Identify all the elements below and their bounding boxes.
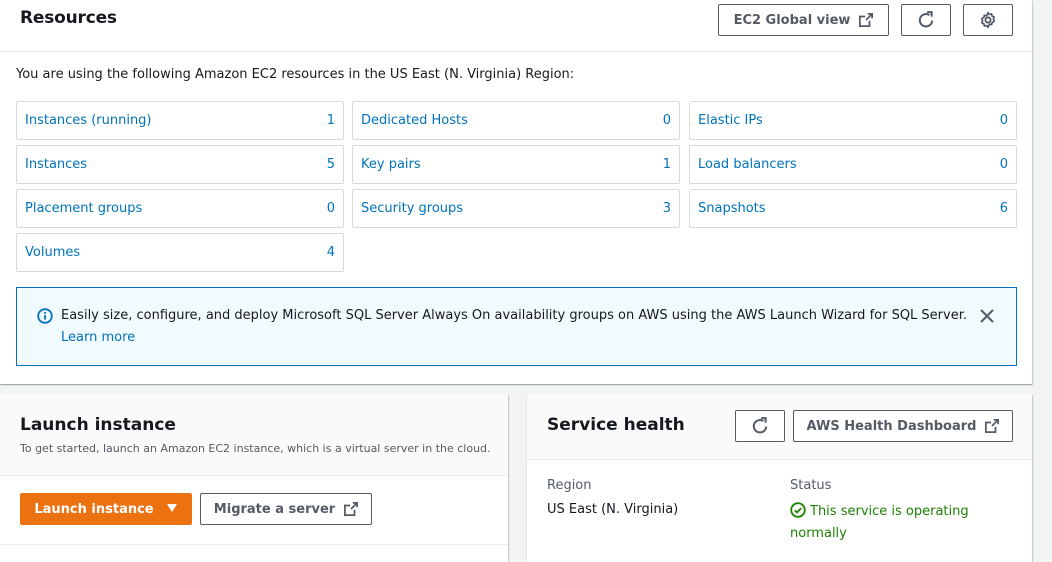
- resources-settings-button[interactable]: [963, 4, 1013, 36]
- launch-instance-panel: Launch instance To get started, launch a…: [0, 394, 508, 562]
- status-text: This service is operating normally: [790, 504, 969, 541]
- aws-health-dashboard-label: AWS Health Dashboard: [806, 418, 977, 434]
- refresh-icon: [751, 417, 769, 435]
- resource-count[interactable]: 6: [1000, 201, 1008, 216]
- resource-count[interactable]: 0: [1000, 157, 1008, 172]
- resource-placement-groups[interactable]: Placement groups 0: [16, 189, 344, 228]
- launch-title: Launch instance: [20, 415, 176, 435]
- resources-panel: Resources EC2 Global view You are using …: [0, 0, 1032, 384]
- resource-dedicated-hosts[interactable]: Dedicated Hosts 0: [352, 101, 680, 140]
- resource-label[interactable]: Load balancers: [698, 157, 797, 172]
- resource-label[interactable]: Placement groups: [25, 201, 142, 216]
- resource-label[interactable]: Dedicated Hosts: [361, 113, 468, 128]
- resource-label[interactable]: Volumes: [25, 245, 80, 260]
- resources-title: Resources: [20, 8, 117, 28]
- resource-elastic-ips[interactable]: Elastic IPs 0: [689, 101, 1017, 140]
- resource-security-groups[interactable]: Security groups 3: [352, 189, 680, 228]
- resource-label[interactable]: Instances (running): [25, 113, 152, 128]
- resource-count[interactable]: 1: [327, 113, 335, 128]
- refresh-icon: [917, 11, 935, 29]
- caret-down-icon: [166, 502, 178, 517]
- region-value: US East (N. Virginia): [547, 502, 679, 517]
- resource-instances[interactable]: Instances 5: [16, 145, 344, 184]
- resource-count[interactable]: 5: [327, 157, 335, 172]
- resource-label[interactable]: Snapshots: [698, 201, 766, 216]
- external-link-icon: [859, 13, 874, 27]
- ec2-global-view-label: EC2 Global view: [733, 12, 851, 28]
- resource-count[interactable]: 0: [327, 201, 335, 216]
- gear-icon: [979, 11, 997, 29]
- status-value: This service is operating normally: [790, 501, 990, 545]
- flash-message: Easily size, configure, and deploy Micro…: [61, 308, 968, 323]
- resource-load-balancers[interactable]: Load balancers 0: [689, 145, 1017, 184]
- resource-label[interactable]: Security groups: [361, 201, 463, 216]
- region-label: Region: [547, 478, 592, 493]
- health-title: Service health: [547, 415, 685, 435]
- refresh-health-button[interactable]: [735, 410, 785, 442]
- close-icon[interactable]: [979, 308, 995, 328]
- info-icon: [37, 308, 53, 328]
- resource-label[interactable]: Elastic IPs: [698, 113, 763, 128]
- resource-label[interactable]: Key pairs: [361, 157, 421, 172]
- launch-instance-button[interactable]: Launch instance: [20, 493, 192, 525]
- external-link-icon: [344, 502, 359, 516]
- learn-more-link[interactable]: Learn more: [61, 330, 135, 345]
- launch-instance-label: Launch instance: [34, 501, 154, 517]
- launch-description: To get started, launch an Amazon EC2 ins…: [20, 442, 491, 455]
- check-circle-icon: [790, 502, 810, 519]
- migrate-server-button[interactable]: Migrate a server: [200, 493, 372, 525]
- resources-header: Resources EC2 Global view: [0, 0, 1032, 52]
- resource-key-pairs[interactable]: Key pairs 1: [352, 145, 680, 184]
- resource-count[interactable]: 0: [1000, 113, 1008, 128]
- divider: [0, 544, 508, 545]
- refresh-resources-button[interactable]: [901, 4, 951, 36]
- resource-count[interactable]: 3: [663, 201, 671, 216]
- ec2-global-view-button[interactable]: EC2 Global view: [718, 4, 889, 36]
- resource-count[interactable]: 1: [663, 157, 671, 172]
- resource-label[interactable]: Instances: [25, 157, 87, 172]
- aws-health-dashboard-button[interactable]: AWS Health Dashboard: [793, 410, 1013, 442]
- resources-description: You are using the following Amazon EC2 r…: [16, 67, 575, 82]
- resource-instances-running[interactable]: Instances (running) 1: [16, 101, 344, 140]
- launch-header: Launch instance To get started, launch a…: [0, 394, 508, 476]
- health-header: Service health AWS Health Dashboard: [527, 394, 1032, 460]
- resource-count[interactable]: 4: [327, 245, 335, 260]
- resource-snapshots[interactable]: Snapshots 6: [689, 189, 1017, 228]
- external-link-icon: [985, 419, 1000, 433]
- resources-grid: Instances (running) 1 Dedicated Hosts 0 …: [16, 101, 1017, 273]
- status-label: Status: [790, 478, 832, 493]
- resource-count[interactable]: 0: [663, 113, 671, 128]
- service-health-panel: Service health AWS Health Dashboard Regi…: [527, 394, 1032, 562]
- migrate-server-label: Migrate a server: [213, 501, 336, 517]
- resource-volumes[interactable]: Volumes 4: [16, 233, 344, 272]
- info-flash-banner: Easily size, configure, and deploy Micro…: [16, 287, 1017, 366]
